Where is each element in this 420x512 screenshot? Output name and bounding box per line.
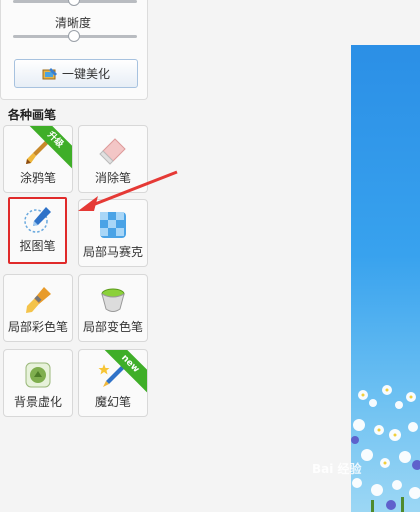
tool-label: 局部彩色笔 (7, 320, 68, 334)
clarity-slider-thumb[interactable] (68, 30, 80, 42)
flower-image (351, 385, 420, 512)
adjust-panel: 清晰度 一键美化 (0, 0, 148, 100)
tool-label: 局部变色笔 (82, 320, 143, 334)
tool-doodle-brush[interactable]: 升级 涂鸦笔 (3, 125, 73, 193)
tool-magic-brush[interactable]: new 魔幻笔 (78, 349, 148, 417)
tool-label: 涂鸦笔 (19, 171, 56, 185)
beautify-icon (42, 67, 57, 79)
tool-label: 抠图笔 (19, 239, 56, 253)
tool-cutout-brush[interactable]: 抠图笔 (8, 197, 67, 264)
tool-label: 魔幻笔 (94, 395, 131, 409)
photo-canvas (351, 45, 420, 512)
brushes-section-title: 各种画笔 (8, 108, 57, 122)
annotation-arrow (78, 170, 178, 211)
clarity-label: 清晰度 (55, 16, 92, 30)
eraser-icon (99, 138, 126, 165)
tool-label: 局部马赛克 (82, 245, 143, 259)
tool-background-blur[interactable]: 背景虚化 (3, 349, 73, 417)
recolor-bucket-icon (101, 288, 125, 312)
tool-partial-recolor-brush[interactable]: 局部变色笔 (78, 274, 148, 342)
one-click-beautify-button[interactable]: 一键美化 (14, 59, 138, 88)
color-brush-icon (26, 287, 51, 313)
prev-slider-thumb[interactable] (68, 0, 80, 6)
watermark: Bai 经验 (312, 462, 362, 476)
one-click-beautify-label: 一键美化 (61, 67, 110, 81)
background-blur-icon (25, 362, 51, 388)
tool-label: 背景虚化 (13, 395, 62, 409)
cutout-pen-icon (23, 207, 51, 233)
tool-partial-color-brush[interactable]: 局部彩色笔 (3, 274, 73, 342)
